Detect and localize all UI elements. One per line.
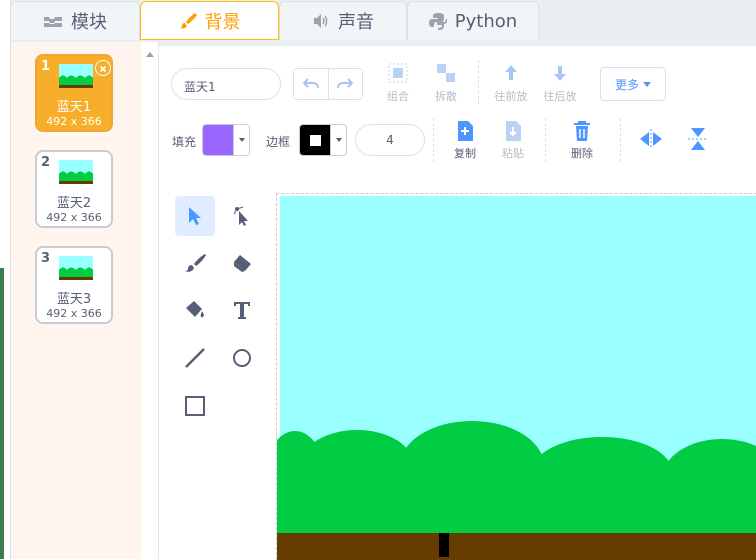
costume-thumbnail [59,64,93,88]
copy-icon [458,121,473,141]
fill-tool[interactable] [175,290,215,330]
arrow-down-icon [554,66,566,81]
costume-size: 492 x 366 [46,211,102,224]
delete-costume-icon[interactable] [95,60,111,76]
redo-icon [337,78,354,89]
costume-number: 1 [41,59,51,74]
costume-item-1[interactable]: 1 蓝天1 492 x 366 [35,54,113,132]
outline-color-swatch [300,125,330,155]
tab-backdrops[interactable]: 背景 [140,1,279,40]
eraser-icon [234,255,251,272]
fill-color-swatch [203,125,233,155]
brush-tool[interactable] [175,243,215,283]
python-icon [428,12,447,30]
flip-vertical-button[interactable] [687,126,709,156]
undo-icon [302,78,319,89]
eraser-tool[interactable] [222,243,262,283]
costume-list-scrollbar[interactable] [141,42,159,559]
reshape-icon [233,206,248,226]
outline-width-input[interactable]: 4 [355,124,425,156]
rectangle-icon [185,396,205,416]
costume-name: 蓝天3 [56,292,92,307]
arrow-up-icon [505,65,517,80]
tab-backdrops-label: 背景 [204,11,241,33]
scroll-up-arrow-icon[interactable] [146,52,154,57]
undo-redo-group [293,68,363,100]
tab-python[interactable]: Python [407,1,539,40]
outline-color-picker[interactable] [299,124,347,156]
group-button[interactable]: 组合 [382,62,414,104]
speaker-icon [312,13,330,29]
line-icon [185,348,205,368]
post [439,533,449,557]
undo-button[interactable] [294,69,329,99]
fill-color-picker[interactable] [202,124,250,156]
caret-down-icon [643,81,651,87]
code-blocks-icon [43,14,63,28]
costume-number: 3 [41,251,51,266]
ground [277,533,756,560]
circle-tool[interactable] [222,338,262,378]
paint-bucket-icon [186,301,204,318]
ungroup-button[interactable]: 拆散 [430,62,462,104]
costume-name: 蓝天1 [56,100,92,115]
costume-thumbnail [59,160,93,184]
backward-button[interactable]: 往后放 [540,62,580,104]
flip-vertical-icon [688,128,708,150]
backdrop-artwork [277,196,756,560]
arrow-pointer-icon [189,207,201,225]
tab-code-label: 模块 [71,12,107,33]
paste-button[interactable]: 粘贴 [497,120,529,161]
outline-label: 边框 [266,135,291,149]
text-icon [234,302,250,319]
fill-label: 填充 [172,135,197,149]
caret-down-icon [335,138,342,142]
group-icon [388,63,408,83]
costume-thumbnail [59,256,93,280]
paste-icon [506,121,521,141]
costume-item-2[interactable]: 2 蓝天2 492 x 366 [35,150,113,228]
circle-icon [233,349,251,367]
forward-button[interactable]: 往前放 [491,62,531,104]
tab-sounds-label: 声音 [338,12,374,33]
flip-horizontal-icon [640,129,662,149]
text-tool[interactable] [222,290,262,330]
reshape-tool[interactable] [222,196,262,236]
costume-name-input[interactable]: 蓝天1 [171,68,281,100]
costume-name: 蓝天2 [56,196,92,211]
tab-sounds[interactable]: 声音 [279,1,407,40]
costume-size: 492 x 366 [46,307,102,320]
window-edge-strip [0,268,4,559]
copy-button[interactable]: 复制 [449,120,481,161]
flip-horizontal-button[interactable] [638,128,664,154]
paint-brush-icon [179,12,197,30]
costume-size: 492 x 366 [46,115,102,128]
brush-icon [185,254,206,272]
costume-number: 2 [41,155,51,170]
caret-down-icon [238,138,245,142]
redo-button[interactable] [329,69,363,99]
select-tool[interactable] [175,196,215,236]
rectangle-tool[interactable] [175,386,215,426]
ungroup-icon [437,64,455,82]
line-tool[interactable] [175,338,215,378]
delete-button[interactable]: 删除 [566,120,598,161]
trash-icon [574,121,590,141]
tab-code[interactable]: 模块 [10,1,140,40]
tab-python-label: Python [454,10,518,32]
more-dropdown[interactable]: 更多 [600,67,666,101]
drawing-canvas[interactable] [276,193,756,560]
costume-item-3[interactable]: 3 蓝天3 492 x 366 [35,246,113,324]
